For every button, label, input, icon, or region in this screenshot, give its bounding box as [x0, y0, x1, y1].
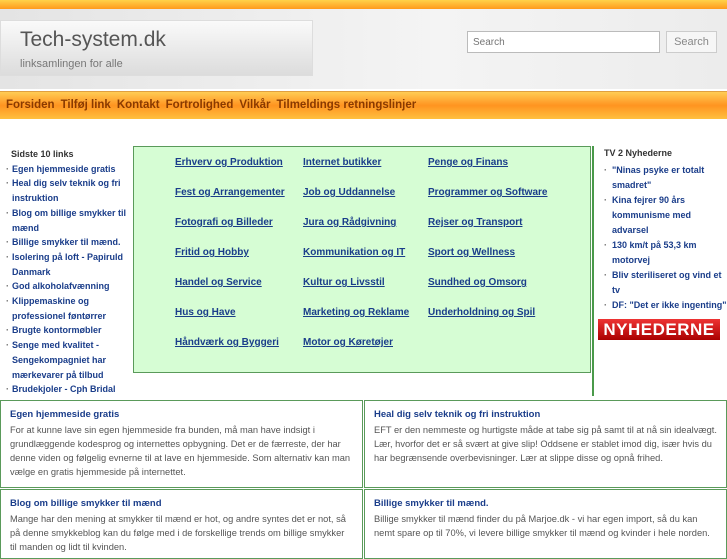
category-link[interactable]: Underholdning og Spil	[428, 307, 535, 318]
article-text: For at kunne lave sin egen hjemmeside fr…	[10, 425, 351, 477]
category-link[interactable]: Job og Uddannelse	[303, 187, 395, 198]
article-card: Egen hjemmeside gratis For at kunne lave…	[0, 400, 363, 488]
news-link[interactable]: "Ninas psyke er totalt smadret"	[604, 163, 727, 193]
search-input[interactable]	[467, 31, 660, 53]
recent-link[interactable]: Heal dig selv teknik og fri instruktion	[6, 176, 128, 205]
article-card: Billige smykker til mænd. Billige smykke…	[364, 489, 727, 559]
category-link[interactable]: Fest og Arrangementer	[175, 187, 285, 198]
recent-link[interactable]: Brudekjoler - Cph Bridal	[6, 382, 128, 397]
category-link[interactable]: Erhverv og Produktion	[175, 157, 283, 168]
category-link[interactable]: Hus og Have	[175, 307, 236, 318]
category-link[interactable]: Fritid og Hobby	[175, 247, 249, 258]
category-link[interactable]: Fotografi og Billeder	[175, 217, 273, 228]
nav-forsiden[interactable]: Forsiden	[6, 99, 55, 111]
news-title: TV 2 Nyhederne	[604, 148, 673, 158]
site-tagline: linksamlingen for alle	[20, 58, 123, 70]
category-box: Erhverv og Produktion Fest og Arrangement…	[133, 146, 591, 373]
category-link[interactable]: Internet butikker	[303, 157, 381, 168]
article-title[interactable]: Blog om billige smykker til mænd	[10, 497, 353, 511]
recent-link[interactable]: Senge med kvalitet - Sengekompagniet har…	[6, 338, 128, 382]
nav-vilkaar[interactable]: Vilkår	[239, 99, 270, 111]
category-link[interactable]: Sundhed og Omsorg	[428, 277, 527, 288]
category-link[interactable]: Handel og Service	[175, 277, 262, 288]
news-link[interactable]: DF: "Det er ikke ingenting"	[604, 298, 727, 313]
recent-link[interactable]: God alkoholafvænning	[6, 279, 128, 294]
search-button[interactable]: Search	[666, 31, 717, 53]
header: Tech-system.dk linksamlingen for alle Se…	[0, 9, 727, 89]
category-link[interactable]: Motor og Køretøjer	[303, 337, 393, 348]
news-link[interactable]: 130 km/t på 53,3 km motorvej	[604, 238, 727, 268]
article-card: Heal dig selv teknik og fri instruktion …	[364, 400, 727, 488]
recent-link[interactable]: Blog om billige smykker til mænd	[6, 206, 128, 235]
article-title[interactable]: Egen hjemmeside gratis	[10, 408, 353, 422]
nav-fortrolighed[interactable]: Fortrolighed	[166, 99, 234, 111]
nav-tilmeldings-retningslinjer[interactable]: Tilmeldings retningslinjer	[276, 99, 416, 111]
main-nav: Forsiden Tilføj link Kontakt Fortrolighe…	[0, 91, 727, 119]
category-link[interactable]: Kultur og Livsstil	[303, 277, 385, 288]
recent-link[interactable]: Brugte kontormøbler	[6, 323, 128, 338]
nyhederne-logo[interactable]: NYHEDERNE	[598, 319, 720, 340]
site-title: Tech-system.dk	[20, 28, 166, 51]
category-link[interactable]: Programmer og Software	[428, 187, 547, 198]
recent-link[interactable]: Isolering på loft - Papiruld Danmark	[6, 250, 128, 279]
category-link[interactable]: Kommunikation og IT	[303, 247, 405, 258]
category-link[interactable]: Jura og Rådgivning	[303, 217, 396, 228]
category-link[interactable]: Håndværk og Byggeri	[175, 337, 279, 348]
article-text: EFT er den nemmeste og hurtigste måde at…	[374, 425, 717, 463]
article-text: Billige smykker til mænd finder du på Ma…	[374, 514, 710, 538]
article-card: Blog om billige smykker til mænd Mange h…	[0, 489, 363, 559]
article-title[interactable]: Heal dig selv teknik og fri instruktion	[374, 408, 717, 422]
article-title[interactable]: Billige smykker til mænd.	[374, 497, 717, 511]
nav-kontakt[interactable]: Kontakt	[117, 99, 160, 111]
category-link[interactable]: Marketing og Reklame	[303, 307, 409, 318]
recent-link[interactable]: Egen hjemmeside gratis	[6, 162, 128, 177]
article-text: Mange har den mening at smykker til mænd…	[10, 514, 346, 552]
nav-tilfoej-link[interactable]: Tilføj link	[61, 99, 111, 111]
site-logo[interactable]: Tech-system.dk linksamlingen for alle	[0, 20, 313, 76]
recent-link[interactable]: Billige smykker til mænd.	[6, 235, 128, 250]
news-link[interactable]: Bliv steriliseret og vind et tv	[604, 268, 727, 298]
category-link[interactable]: Penge og Finans	[428, 157, 508, 168]
category-link[interactable]: Rejser og Transport	[428, 217, 522, 228]
top-band	[0, 0, 727, 9]
news-link[interactable]: Kina fejrer 90 års kommunisme med advars…	[604, 193, 727, 238]
news-column: TV 2 Nyhederne "Ninas psyke er totalt sm…	[592, 146, 727, 396]
recent-links-title: Sidste 10 links	[11, 149, 74, 159]
recent-links: Sidste 10 links Egen hjemmeside gratis H…	[6, 147, 128, 397]
recent-link[interactable]: Klippemaskine og professionel føntørrer	[6, 294, 128, 323]
category-link[interactable]: Sport og Wellness	[428, 247, 515, 258]
